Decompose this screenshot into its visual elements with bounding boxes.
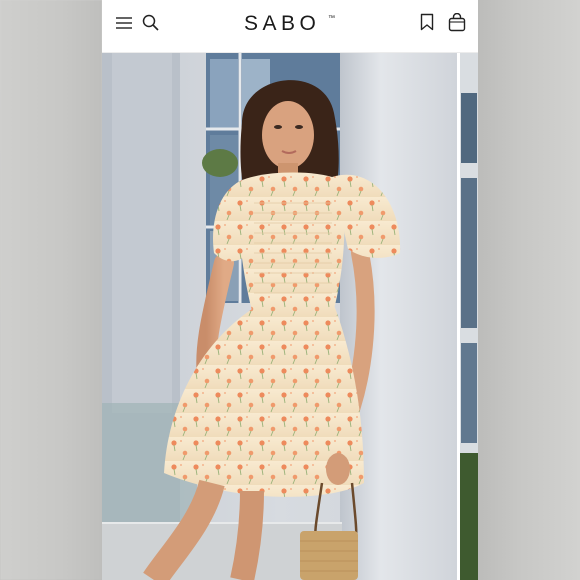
next-product-photo-peek[interactable] <box>460 53 478 580</box>
brand-logo[interactable]: SABO <box>244 12 320 36</box>
bookmark-icon[interactable] <box>420 13 434 31</box>
blurred-backdrop-right <box>478 0 580 580</box>
trademark-mark: ™ <box>328 15 335 22</box>
phone-screen: SABO ™ <box>102 0 478 580</box>
top-navigation-bar: SABO ™ <box>102 0 478 53</box>
shopping-bag-icon[interactable] <box>448 13 466 32</box>
menu-icon[interactable] <box>115 16 133 30</box>
search-icon[interactable] <box>142 14 159 31</box>
blurred-backdrop-left <box>0 0 102 580</box>
product-photo[interactable] <box>102 53 457 580</box>
